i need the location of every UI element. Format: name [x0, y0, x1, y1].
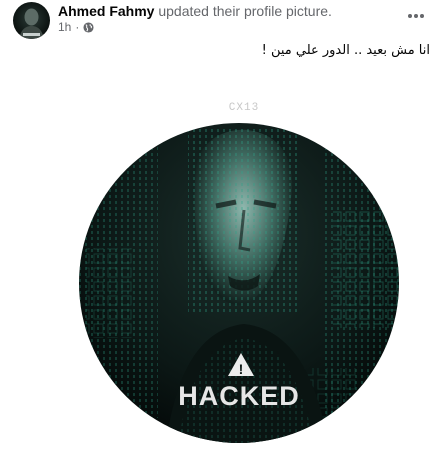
more-options-button[interactable]: [402, 6, 430, 26]
post-message: انا مش بعيد .. الدور علي مين !: [261, 43, 430, 58]
post-meta: 1h ·: [58, 20, 94, 34]
globe-icon[interactable]: [83, 21, 94, 33]
post-card: Ahmed Fahmy updated their profile pictur…: [0, 0, 448, 475]
avatar-image: [19, 8, 44, 39]
badge-text: CX13: [229, 102, 259, 114]
hacked-picture-art: CX13 ! HACKED: [79, 102, 399, 443]
post-action-text: updated their profile picture.: [158, 3, 332, 19]
author-name-link[interactable]: Ahmed Fahmy: [58, 3, 154, 19]
post-timestamp[interactable]: 1h: [58, 20, 71, 34]
post-header-title: Ahmed Fahmy updated their profile pictur…: [58, 3, 332, 20]
more-horizontal-icon: [408, 14, 424, 18]
profile-picture[interactable]: CX13 ! HACKED: [78, 98, 400, 443]
author-avatar[interactable]: [13, 2, 50, 39]
hacked-label: HACKED: [178, 381, 300, 411]
meta-separator: ·: [75, 20, 80, 34]
warning-symbol: !: [239, 361, 244, 377]
